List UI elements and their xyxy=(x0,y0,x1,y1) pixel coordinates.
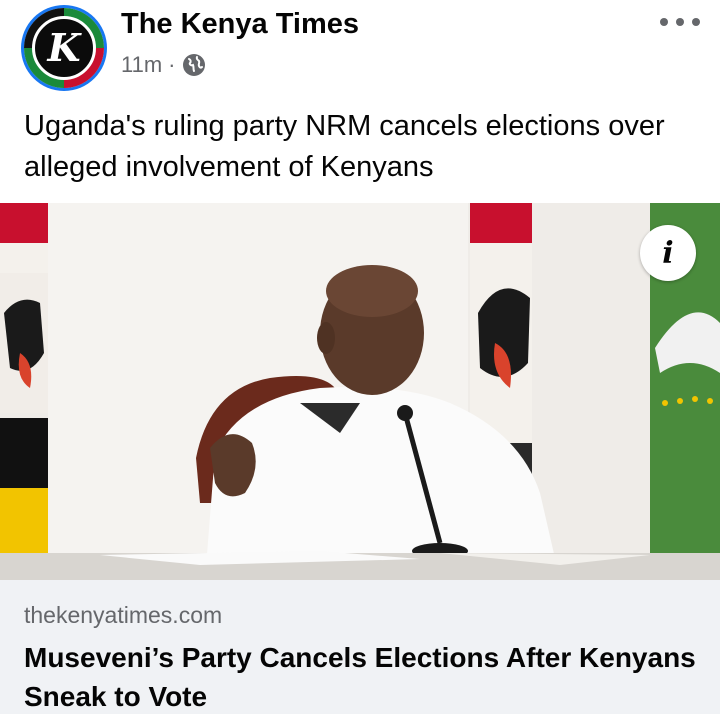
page-avatar[interactable]: K xyxy=(24,8,104,88)
page-name-link[interactable]: The Kenya Times xyxy=(121,8,359,41)
info-icon: i xyxy=(662,235,674,271)
news-photo xyxy=(0,203,720,580)
post-text: Uganda's ruling party NRM cancels electi… xyxy=(24,110,665,183)
more-icon-dot xyxy=(676,18,684,26)
flag-left xyxy=(0,203,48,558)
link-preview-image[interactable]: i xyxy=(0,203,720,580)
more-icon-dot xyxy=(660,18,668,26)
link-preview-footer[interactable]: thekenyatimes.com Museveni’s Party Cance… xyxy=(0,580,720,714)
globe-icon xyxy=(182,53,206,77)
post-header: K The Kenya Times 11m · xyxy=(0,0,720,100)
more-options-button[interactable] xyxy=(660,8,700,36)
post-timestamp[interactable]: 11m xyxy=(121,52,162,78)
info-button[interactable]: i xyxy=(640,225,696,281)
meta-separator: · xyxy=(168,52,176,77)
link-domain: thekenyatimes.com xyxy=(24,602,223,628)
avatar-logo-letter: K xyxy=(47,25,81,70)
link-title[interactable]: Museveni’s Party Cancels Elections After… xyxy=(24,638,704,714)
more-icon-dot xyxy=(692,18,700,26)
avatar-logo: K xyxy=(32,16,96,80)
post-meta: 11m · xyxy=(121,52,206,78)
